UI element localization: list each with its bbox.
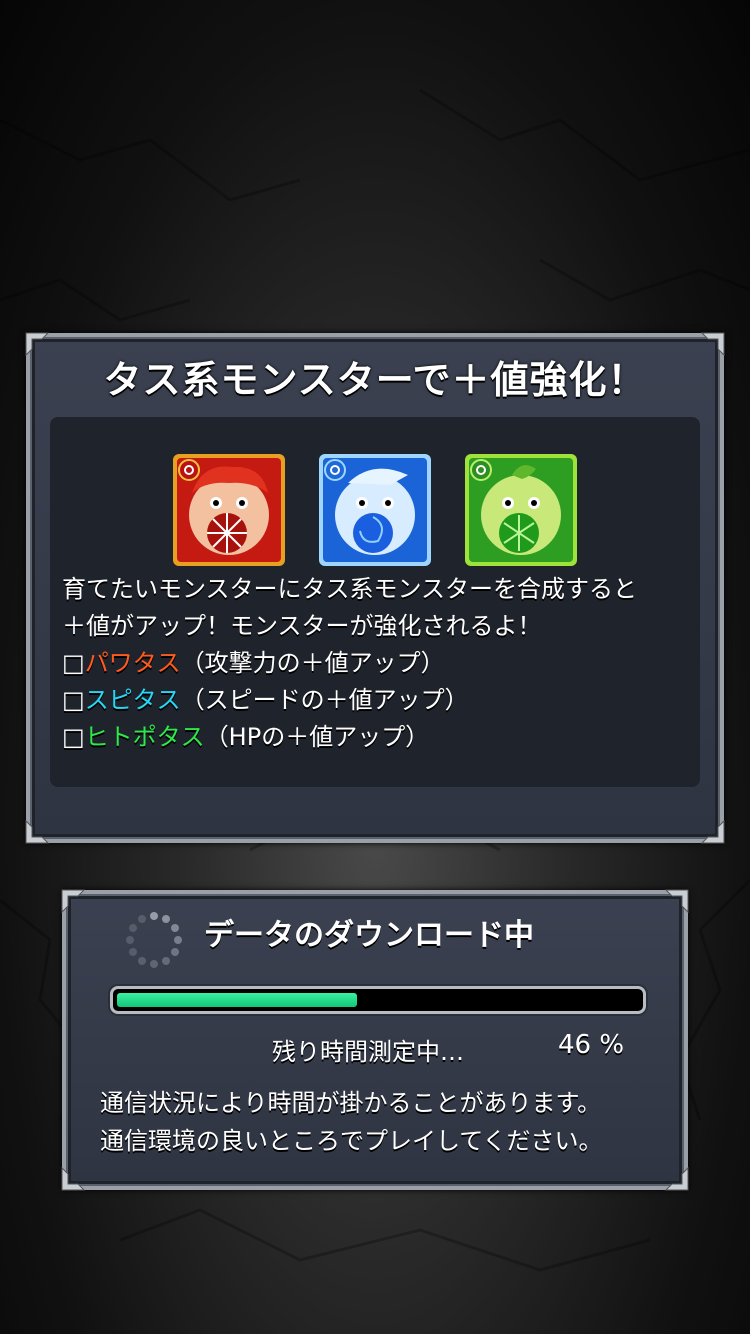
download-progress-bar (110, 986, 646, 1014)
description-line-2: ＋値がアップ！モンスターが強化されるよ！ (62, 612, 542, 640)
download-title: データのダウンロード中 (204, 918, 534, 953)
checkbox-glyph: □ (62, 686, 85, 714)
monster-icons-row (50, 453, 700, 569)
eta-text: 残り時間測定中… (272, 1038, 464, 1066)
checkbox-glyph: □ (62, 723, 85, 751)
loading-spinner-icon (124, 910, 184, 970)
panel-corner-ornament (60, 1162, 90, 1192)
panel-corner-ornament (60, 888, 90, 918)
progress-fill (117, 993, 357, 1007)
description-line-1: 育てたいモンスターにタス系モンスターを合成すると (62, 575, 638, 603)
download-panel: データのダウンロード中 残り時間測定中… 46 % 通信状況により時間が掛かるこ… (60, 888, 690, 1192)
blue-tasu-monster-icon (318, 453, 432, 567)
red-tasu-monster-icon (172, 453, 286, 567)
item-speedtasu: □スピタス（スピードの＋値アップ） (62, 682, 702, 719)
info-description: 育てたいモンスターにタス系モンスターを合成すると ＋値がアップ！モンスターが強化… (62, 571, 702, 756)
note-line-2: 通信環境の良いところでプレイしてください。 (100, 1127, 603, 1155)
info-title: タス系モンスターで＋値強化！ (103, 358, 647, 402)
panel-corner-ornament (696, 815, 726, 845)
item-name: ヒトポタス (84, 723, 205, 751)
item-hitopotasu: □ヒトポタス（HPの＋値アップ） (62, 719, 702, 756)
panel-corner-ornament (24, 815, 54, 845)
green-tasu-monster-icon (464, 453, 578, 567)
panel-corner-ornament (660, 888, 690, 918)
info-panel: タス系モンスターで＋値強化！ 育てたいモンスターにタス系モンスターを合成すると … (24, 332, 726, 845)
panel-corner-ornament (660, 1162, 690, 1192)
checkbox-glyph: □ (62, 649, 85, 677)
item-detail: （HPの＋値アップ） (204, 723, 430, 751)
item-name: スピタス (84, 686, 181, 714)
item-detail: （攻撃力の＋値アップ） (180, 649, 445, 677)
progress-percent: 46 % (558, 1030, 625, 1060)
connection-note: 通信状況により時間が掛かることがあります。 通信環境の良いところでプレイしてくだ… (100, 1084, 603, 1160)
note-line-1: 通信状況により時間が掛かることがあります。 (100, 1089, 602, 1117)
item-name: パワタス (84, 649, 181, 677)
info-content-box: 育てたいモンスターにタス系モンスターを合成すると ＋値がアップ！モンスターが強化… (50, 417, 700, 787)
item-detail: （スピードの＋値アップ） (180, 686, 469, 714)
item-powertasu: □パワタス（攻撃力の＋値アップ） (62, 645, 702, 682)
